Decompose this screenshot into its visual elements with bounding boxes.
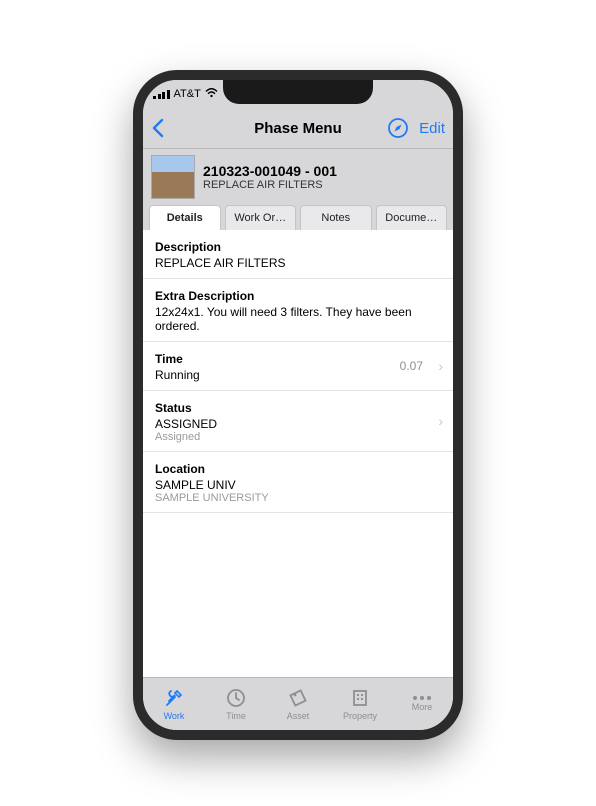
edit-button[interactable]: Edit: [419, 120, 445, 137]
carrier-label: AT&T: [174, 88, 201, 100]
sub-location: SAMPLE UNIVERSITY: [155, 492, 441, 504]
record-header: 210323-001049 - 001 REPLACE AIR FILTERS: [143, 149, 453, 199]
phone-frame: AT&T 9:18 PM: [133, 70, 463, 740]
section-description: Description REPLACE AIR FILTERS: [143, 230, 453, 279]
tab-notes[interactable]: Notes: [300, 205, 372, 230]
tabbar-label: Time: [226, 711, 246, 721]
tabbar: Work Time Asset: [143, 677, 453, 730]
tabbar-asset[interactable]: Asset: [267, 678, 329, 730]
content[interactable]: Description REPLACE AIR FILTERS Extra De…: [143, 230, 453, 677]
chevron-right-icon: ›: [438, 413, 443, 429]
thumbnail-image[interactable]: [151, 155, 195, 199]
statusbar-left: AT&T: [153, 88, 218, 101]
label-status: Status: [155, 401, 441, 415]
tabbar-label: More: [412, 702, 433, 712]
section-status[interactable]: Status ASSIGNED Assigned ›: [143, 391, 453, 452]
label-location: Location: [155, 462, 441, 476]
sub-status: Assigned: [155, 431, 441, 443]
more-icon: [413, 696, 431, 700]
label-description: Description: [155, 240, 441, 254]
tag-icon: [287, 687, 309, 709]
section-extra-description: Extra Description 12x24x1. You will need…: [143, 279, 453, 342]
back-chevron-icon[interactable]: [151, 118, 165, 138]
tabbar-time[interactable]: Time: [205, 678, 267, 730]
tabbar-label: Asset: [287, 711, 310, 721]
section-time[interactable]: Time Running 0.07 ›: [143, 342, 453, 391]
tab-details[interactable]: Details: [149, 205, 221, 230]
time-hours: 0.07: [400, 359, 423, 373]
value-description: REPLACE AIR FILTERS: [155, 256, 441, 270]
chevron-right-icon: ›: [438, 358, 443, 374]
value-location: SAMPLE UNIV: [155, 478, 441, 492]
signal-icon: [153, 90, 170, 99]
screen: AT&T 9:18 PM: [143, 80, 453, 730]
tab-strip: Details Work Or… Notes Docume…: [143, 199, 453, 230]
wrench-screwdriver-icon: [163, 687, 185, 709]
value-time: Running: [155, 368, 441, 382]
label-extra: Extra Description: [155, 289, 441, 303]
tabbar-label: Property: [343, 711, 377, 721]
record-id: 210323-001049 - 001: [203, 163, 337, 179]
section-location: Location SAMPLE UNIV SAMPLE UNIVERSITY: [143, 452, 453, 513]
tab-workorder[interactable]: Work Or…: [225, 205, 297, 230]
tabbar-property[interactable]: Property: [329, 678, 391, 730]
tabbar-label: Work: [164, 711, 185, 721]
compass-icon[interactable]: [387, 117, 409, 139]
tab-documents[interactable]: Docume…: [376, 205, 448, 230]
clock-icon: [225, 687, 247, 709]
navbar: Phase Menu Edit: [143, 108, 453, 149]
wifi-icon: [205, 88, 218, 101]
value-status: ASSIGNED: [155, 417, 441, 431]
notch: [223, 78, 373, 104]
value-extra: 12x24x1. You will need 3 filters. They h…: [155, 305, 441, 333]
label-time: Time: [155, 352, 441, 366]
building-icon: [349, 687, 371, 709]
tabbar-more[interactable]: More: [391, 678, 453, 730]
record-subtitle: REPLACE AIR FILTERS: [203, 179, 337, 191]
tabbar-work[interactable]: Work: [143, 678, 205, 730]
